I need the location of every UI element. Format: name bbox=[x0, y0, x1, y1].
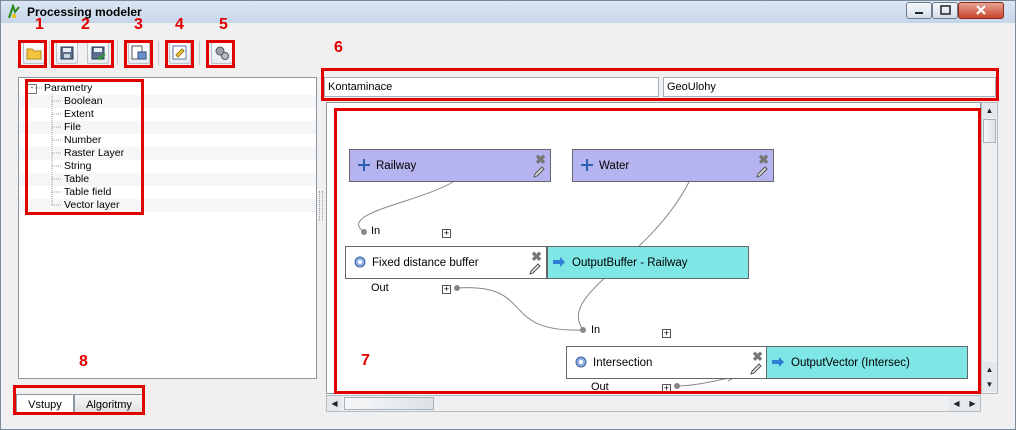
callout-number: 2 bbox=[81, 16, 90, 33]
algorithm-node-buffer[interactable]: Fixed distance buffer ✖ bbox=[345, 246, 547, 279]
run-model-button[interactable] bbox=[211, 42, 233, 64]
scroll-up-icon[interactable]: ▲ bbox=[982, 362, 997, 377]
expand-outputs-icon[interactable]: + bbox=[662, 384, 671, 393]
callout-number: 8 bbox=[79, 353, 88, 370]
horizontal-scrollbar[interactable]: ◀ ◀ ▶ bbox=[326, 395, 981, 412]
toolbar bbox=[1, 33, 1015, 73]
edit-help-icon bbox=[172, 45, 187, 60]
out-port-label: Out bbox=[591, 381, 609, 393]
gears-icon bbox=[215, 46, 229, 60]
maximize-icon bbox=[940, 5, 951, 15]
arrow-right-icon bbox=[553, 257, 565, 267]
minimize-button[interactable] bbox=[906, 2, 932, 19]
callout-number: 3 bbox=[134, 16, 143, 33]
output-node-label: OutputBuffer - Railway bbox=[572, 257, 688, 269]
output-node-buffer[interactable]: OutputBuffer - Railway bbox=[547, 246, 749, 279]
callout-number: 6 bbox=[334, 39, 343, 56]
close-icon bbox=[976, 5, 986, 15]
model-name-value: Kontaminace bbox=[328, 81, 393, 93]
callout-number: 4 bbox=[175, 16, 184, 33]
save-model-button[interactable] bbox=[56, 42, 78, 64]
folder-open-icon bbox=[26, 48, 42, 60]
expand-outputs-icon[interactable]: + bbox=[442, 285, 451, 294]
model-group-input[interactable]: GeoUlohy bbox=[663, 77, 996, 97]
floppy-disk-icon bbox=[60, 46, 74, 60]
inputs-panel: - Parametry Boolean Extent File Number R… bbox=[18, 77, 317, 379]
minimize-icon bbox=[915, 12, 923, 14]
gear-icon bbox=[575, 356, 587, 368]
scroll-left-icon[interactable]: ◀ bbox=[327, 396, 342, 411]
maximize-button[interactable] bbox=[932, 2, 958, 19]
qgis-icon bbox=[8, 4, 20, 19]
edit-pencil-icon[interactable] bbox=[532, 165, 546, 179]
model-canvas[interactable]: Railway ✖ Water ✖ In + Fixed distance bu… bbox=[326, 102, 981, 394]
edit-pencil-icon[interactable] bbox=[755, 165, 769, 179]
scroll-up-icon[interactable]: ▲ bbox=[982, 103, 997, 118]
tab-vstupy[interactable]: Vstupy bbox=[16, 394, 74, 414]
open-model-button[interactable] bbox=[23, 42, 45, 64]
edit-help-button[interactable] bbox=[169, 42, 191, 64]
export-image-button[interactable] bbox=[128, 42, 150, 64]
input-node-label: Water bbox=[599, 160, 630, 172]
close-button[interactable] bbox=[958, 2, 1004, 19]
tab-algoritmy-label: Algoritmy bbox=[86, 399, 132, 411]
algorithm-node-label: Fixed distance buffer bbox=[372, 257, 479, 269]
out-port-label: Out bbox=[371, 282, 389, 294]
tab-vstupy-label: Vstupy bbox=[28, 399, 62, 411]
panel-splitter[interactable] bbox=[319, 191, 323, 221]
scroll-down-icon[interactable]: ▼ bbox=[982, 377, 997, 392]
plus-input-icon bbox=[358, 159, 370, 171]
export-image-icon bbox=[131, 45, 147, 60]
arrow-right-icon bbox=[772, 357, 784, 367]
vertical-scroll-thumb[interactable] bbox=[983, 119, 996, 143]
input-node-water[interactable]: Water ✖ bbox=[572, 149, 774, 182]
output-node-intersection[interactable]: OutputVector (Intersec) bbox=[766, 346, 968, 379]
tab-algoritmy[interactable]: Algoritmy bbox=[74, 394, 144, 414]
input-node-railway[interactable]: Railway ✖ bbox=[349, 149, 551, 182]
output-node-label: OutputVector (Intersec) bbox=[791, 357, 910, 369]
gear-icon bbox=[354, 256, 366, 268]
algorithm-node-intersection[interactable]: Intersection ✖ bbox=[566, 346, 768, 379]
expand-inputs-icon[interactable]: + bbox=[442, 229, 451, 238]
expand-inputs-icon[interactable]: + bbox=[662, 329, 671, 338]
title-bar: Processing modeler bbox=[1, 1, 1015, 23]
edit-pencil-icon[interactable] bbox=[528, 262, 542, 276]
tree-lines bbox=[35, 87, 62, 206]
scroll-corner bbox=[981, 395, 998, 412]
callout-number: 1 bbox=[35, 16, 44, 33]
callout-number: 7 bbox=[361, 352, 370, 369]
save-as-icon bbox=[91, 46, 106, 61]
in-port-label: In bbox=[371, 225, 381, 237]
save-as-model-button[interactable] bbox=[87, 42, 109, 64]
plus-input-icon bbox=[581, 159, 593, 171]
callout-number: 5 bbox=[219, 16, 228, 33]
in-port-label: In bbox=[591, 324, 601, 336]
scroll-left-icon[interactable]: ◀ bbox=[949, 396, 964, 411]
input-node-label: Railway bbox=[376, 160, 417, 172]
algorithm-node-label: Intersection bbox=[593, 357, 653, 369]
model-group-value: GeoUlohy bbox=[667, 81, 716, 93]
model-name-input[interactable]: Kontaminace bbox=[324, 77, 659, 97]
processing-modeler-window: Processing modeler - Parametry Boolean E… bbox=[0, 0, 1016, 430]
edit-pencil-icon[interactable] bbox=[749, 362, 763, 376]
scroll-right-icon[interactable]: ▶ bbox=[965, 396, 980, 411]
horizontal-scroll-thumb[interactable] bbox=[344, 397, 434, 410]
vertical-scrollbar[interactable]: ▲ ▲ ▼ bbox=[981, 102, 998, 394]
